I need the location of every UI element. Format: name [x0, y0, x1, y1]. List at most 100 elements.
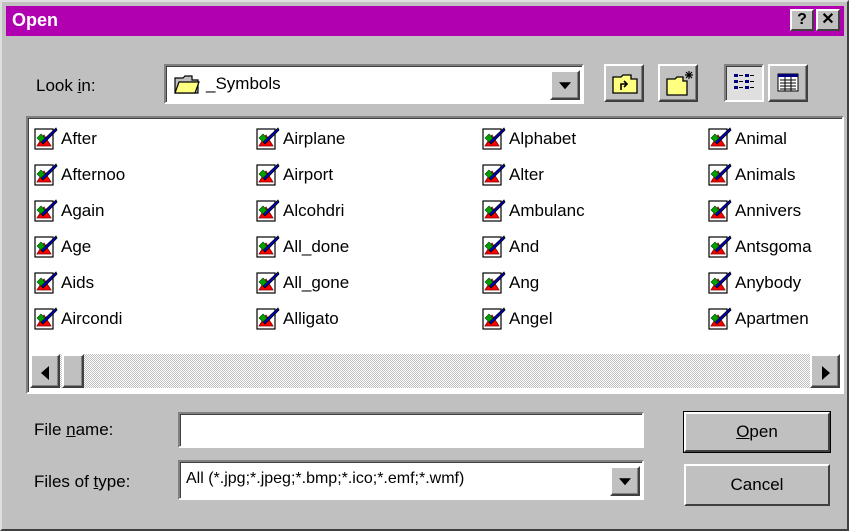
cancel-button[interactable]: Cancel — [684, 464, 830, 506]
file-item-label: Alcohdri — [283, 201, 345, 220]
file-item[interactable]: And — [480, 232, 539, 262]
picture-file-icon — [480, 306, 506, 332]
file-item-label: Ang — [509, 273, 540, 292]
look-in-dropdown-button[interactable] — [550, 70, 580, 100]
file-item[interactable]: Alcohdri — [254, 196, 344, 226]
file-item-label: Animal — [735, 129, 787, 148]
file-list-items: After Afternoo Again Age Aids Aircondi Airplan… — [28, 118, 842, 352]
scroll-left-button[interactable] — [30, 354, 60, 388]
file-item[interactable]: Again — [32, 196, 104, 226]
details-view-button[interactable] — [768, 64, 808, 102]
folder-icon — [174, 73, 200, 95]
picture-file-icon — [480, 198, 506, 224]
picture-file-icon — [706, 162, 732, 188]
picture-file-icon — [32, 270, 58, 296]
file-item[interactable]: Airplane — [254, 124, 345, 154]
file-item-label: Annivers — [735, 201, 802, 220]
details-view-icon — [776, 72, 800, 99]
file-item[interactable]: Afternoo — [32, 160, 125, 190]
file-item-label: Airport — [283, 165, 334, 184]
file-item-label: Again — [61, 201, 105, 220]
file-item-label: And — [509, 237, 540, 256]
scroll-thumb[interactable] — [62, 354, 84, 388]
look-in-value: _Symbols — [206, 74, 281, 93]
file-item[interactable]: All_gone — [254, 268, 349, 298]
new-folder-icon — [665, 69, 695, 102]
file-item[interactable]: Alphabet — [480, 124, 576, 154]
picture-file-icon — [706, 198, 732, 224]
file-name-input[interactable] — [178, 412, 644, 448]
file-item-label: Afternoo — [61, 165, 126, 184]
file-item[interactable]: Antsgoma — [706, 232, 812, 262]
look-in-label: Look in: — [36, 76, 96, 95]
picture-file-icon — [254, 162, 280, 188]
file-item-label: Airplane — [283, 129, 346, 148]
open-button[interactable]: Open — [683, 411, 831, 453]
file-item-label: Aircondi — [61, 309, 123, 328]
picture-file-icon — [32, 162, 58, 188]
file-item-label: All_gone — [283, 273, 350, 292]
file-item[interactable]: Aids — [32, 268, 94, 298]
file-item[interactable]: Animals — [706, 160, 795, 190]
picture-file-icon — [32, 198, 58, 224]
new-folder-button[interactable] — [658, 64, 698, 102]
picture-file-icon — [480, 270, 506, 296]
file-item[interactable]: Age — [32, 232, 91, 262]
list-view-icon — [732, 72, 756, 99]
file-item[interactable]: Anybody — [706, 268, 801, 298]
file-item[interactable]: Airport — [254, 160, 333, 190]
file-item[interactable]: Annivers — [706, 196, 801, 226]
picture-file-icon — [254, 198, 280, 224]
file-item[interactable]: Alligato — [254, 304, 339, 334]
file-type-select[interactable]: All (*.jpg;*.jpeg;*.bmp;*.ico;*.emf;*.wm… — [178, 460, 644, 500]
title-bar[interactable]: Open ? ✕ — [6, 6, 844, 36]
picture-file-icon — [480, 234, 506, 260]
file-type-dropdown-button[interactable] — [610, 466, 640, 496]
file-item-label: Antsgoma — [735, 237, 812, 256]
open-dialog: Open ? ✕ Look in: _Symbols After Afternoo… — [0, 0, 849, 531]
file-item[interactable]: Apartmen — [706, 304, 809, 334]
picture-file-icon — [706, 270, 732, 296]
picture-file-icon — [32, 234, 58, 260]
file-item-label: Age — [61, 237, 92, 256]
picture-file-icon — [706, 234, 732, 260]
picture-file-icon — [706, 126, 732, 152]
file-item[interactable]: Animal — [706, 124, 787, 154]
file-item[interactable]: Alter — [480, 160, 544, 190]
file-item[interactable]: After — [32, 124, 97, 154]
file-item[interactable]: Ambulanc — [480, 196, 585, 226]
scroll-right-button[interactable] — [810, 354, 840, 388]
picture-file-icon — [254, 306, 280, 332]
file-item[interactable]: All_done — [254, 232, 349, 262]
file-type-label: Files of type: — [34, 472, 131, 491]
file-item-label: Anybody — [735, 273, 802, 292]
help-button[interactable]: ? — [790, 9, 814, 31]
file-list[interactable]: After Afternoo Again Age Aids Aircondi Airplan… — [26, 116, 844, 394]
file-item-label: Alligato — [283, 309, 339, 328]
picture-file-icon — [706, 306, 732, 332]
chevron-right-icon — [822, 366, 830, 380]
file-item-label: All_done — [283, 237, 350, 256]
file-item[interactable]: Aircondi — [32, 304, 122, 334]
close-button[interactable]: ✕ — [816, 9, 840, 31]
list-view-button[interactable] — [724, 64, 764, 102]
picture-file-icon — [32, 126, 58, 152]
file-item-label: Alphabet — [509, 129, 577, 148]
chevron-left-icon — [41, 366, 49, 380]
picture-file-icon — [32, 306, 58, 332]
file-item-label: Ambulanc — [509, 201, 585, 220]
picture-file-icon — [254, 234, 280, 260]
file-item-label: Apartmen — [735, 309, 809, 328]
up-one-level-button[interactable] — [604, 64, 644, 102]
file-item[interactable]: Ang — [480, 268, 539, 298]
look-in-combo[interactable]: _Symbols — [164, 64, 584, 104]
picture-file-icon — [480, 162, 506, 188]
file-name-label: File name: — [34, 420, 114, 439]
horizontal-scrollbar[interactable] — [30, 354, 840, 388]
picture-file-icon — [254, 126, 280, 152]
file-item[interactable]: Angel — [480, 304, 552, 334]
picture-file-icon — [480, 126, 506, 152]
window-title: Open — [12, 10, 59, 30]
chevron-down-icon — [559, 82, 571, 90]
chevron-down-icon — [619, 478, 631, 486]
